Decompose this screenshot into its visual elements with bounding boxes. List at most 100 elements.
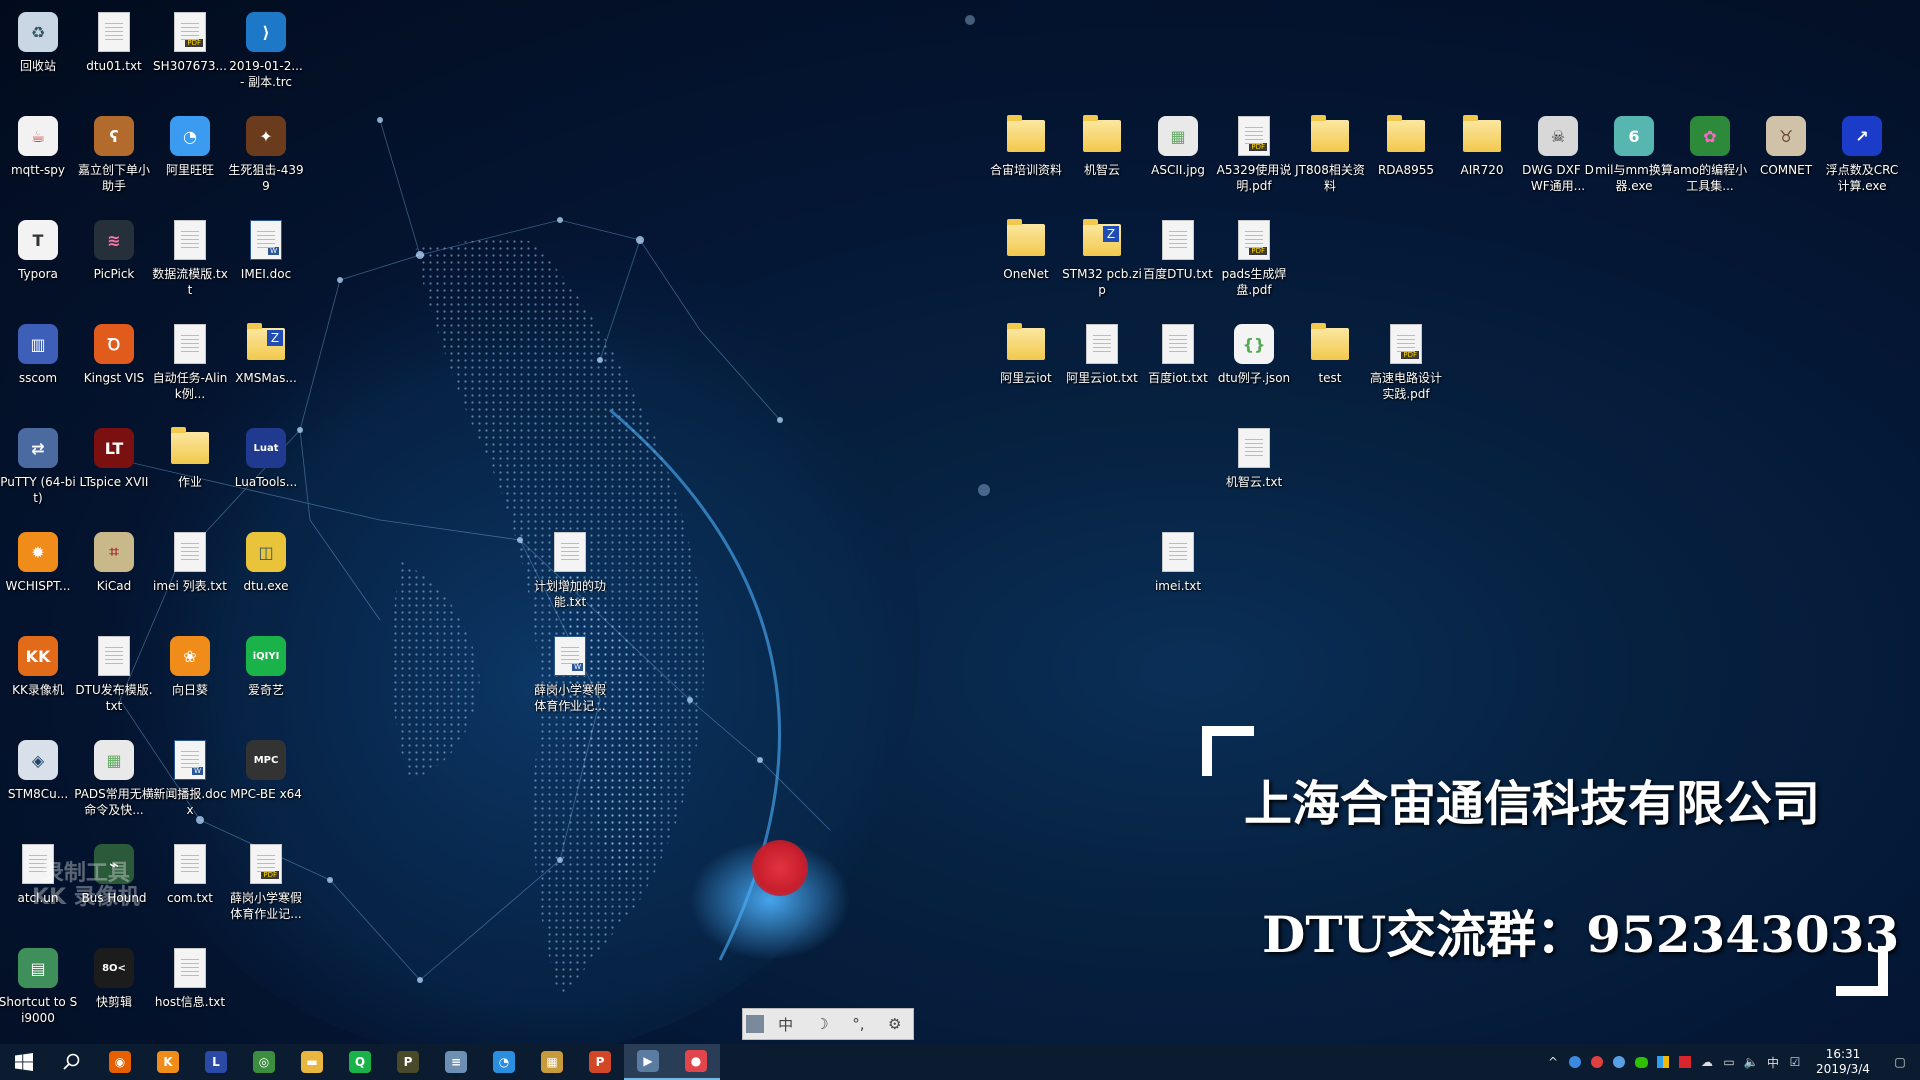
taskbar-app-video-player-icon[interactable]: ▶ (624, 1044, 672, 1080)
desktop-icon[interactable]: {} dtu例子.json (1218, 316, 1290, 416)
tray-colorful-app-icon[interactable] (1652, 1044, 1674, 1080)
desktop-icon[interactable]: 计划增加的功能.txt (534, 524, 606, 624)
windows-start-icon[interactable] (0, 1044, 48, 1080)
desktop-icon[interactable]: 阿里云iot (990, 316, 1062, 416)
desktop-icon[interactable]: dtu01.txt (78, 4, 150, 104)
desktop-icon[interactable]: ↗ 浮点数及CRC计算.exe (1826, 108, 1898, 208)
desktop-icon[interactable]: RDA8955 (1370, 108, 1442, 208)
desktop-icon[interactable]: PDF A5329使用说明.pdf (1217, 108, 1291, 208)
taskbar-app-aliwangwang-icon[interactable]: ◔ (480, 1044, 528, 1080)
notepad-icon: ≡ (445, 1051, 467, 1073)
desktop-icon[interactable]: imei 列表.txt (153, 524, 227, 624)
taskbar-app-archive-icon[interactable]: ▦ (528, 1044, 576, 1080)
desktop-icon[interactable]: 机智云.txt (1218, 420, 1290, 520)
taskbar-app-notepad-icon[interactable]: ≡ (432, 1044, 480, 1080)
desktop-icon[interactable]: ♻ 回收站 (2, 4, 74, 104)
desktop-icon[interactable]: W 薛岗小学寒假体育作业记... (534, 628, 606, 728)
desktop-icon[interactable]: ≋ PicPick (78, 212, 150, 312)
desktop-icon[interactable]: ▥ sscom (2, 316, 74, 416)
tray-red-app-icon[interactable] (1674, 1044, 1696, 1080)
ime-halfwidth-button[interactable]: ☽ (807, 1015, 837, 1033)
tray-onedrive-icon[interactable]: ☁ (1696, 1044, 1718, 1080)
desktop-icon-label: amo的编程小工具集... (1672, 163, 1748, 193)
desktop-icon[interactable]: 自动任务-Alink例... (153, 316, 227, 416)
taskbar-app-pdf-reader-icon[interactable]: P (384, 1044, 432, 1080)
ime-logo-icon[interactable] (746, 1015, 765, 1033)
desktop-icon[interactable]: T Typora (2, 212, 74, 312)
desktop-icon[interactable]: 8O< 快剪辑 (78, 940, 150, 1040)
desktop-icon[interactable]: Ꝺ Kingst VIS (78, 316, 150, 416)
desktop-icon[interactable]: iQIYI 爱奇艺 (230, 628, 302, 728)
desktop-icon[interactable]: W IMEI.doc (230, 212, 302, 312)
taskbar-app-chrome-icon[interactable]: ◎ (240, 1044, 288, 1080)
desktop-icon[interactable]: ✿ amo的编程小工具集... (1673, 108, 1747, 208)
desktop-icon[interactable]: 作业 (154, 420, 226, 520)
desktop-icon[interactable]: 数据流模版.txt (152, 212, 228, 312)
desktop-icon[interactable]: ♉ COMNET (1750, 108, 1822, 208)
desktop-icon[interactable]: imei.txt (1142, 524, 1214, 624)
show-hidden-icons-chevron-icon[interactable]: ^ (1542, 1044, 1564, 1080)
tray-network-icon[interactable]: ▭ (1718, 1044, 1740, 1080)
tray-volume-icon[interactable]: 🔈 (1740, 1044, 1762, 1080)
tray-network-app-icon[interactable] (1564, 1044, 1586, 1080)
desktop-icon[interactable]: KK KK录像机 (2, 628, 74, 728)
desktop-icon[interactable]: ⇄ PuTTY (64-bit) (0, 420, 76, 520)
desktop-icon[interactable]: ▦ ASCII.jpg (1142, 108, 1214, 208)
desktop-icon[interactable]: ▦ PADS常用无横命令及快... (74, 732, 154, 832)
tray-wechat-icon[interactable] (1630, 1044, 1652, 1080)
tray-ime-indicator[interactable]: 中 (1762, 1044, 1784, 1080)
taskbar-app-luat-icon[interactable]: L (192, 1044, 240, 1080)
desktop-icon[interactable]: ◫ dtu.exe (230, 524, 302, 624)
desktop-icon[interactable]: JT808相关资料 (1294, 108, 1366, 208)
tray-antivirus-icon[interactable] (1586, 1044, 1608, 1080)
desktop-icon[interactable]: 百度DTU.txt (1142, 212, 1214, 312)
desktop-icon[interactable]: Z XMSMas... (230, 316, 302, 416)
taskbar-app-file-explorer-icon[interactable]: ▬ (288, 1044, 336, 1080)
desktop-icon[interactable]: OneNet (990, 212, 1062, 312)
tray-browser-icon[interactable] (1608, 1044, 1630, 1080)
tray-checkbox-app-icon[interactable]: ☑ (1784, 1044, 1806, 1080)
action-center-icon[interactable]: ▢ (1880, 1044, 1920, 1080)
ime-punctuation-button[interactable]: °, (843, 1015, 873, 1033)
ime-mode-button[interactable]: 中 (771, 1014, 801, 1035)
desktop-icon[interactable]: ⌗ KiCad (78, 524, 150, 624)
ime-settings-button[interactable]: ⚙ (880, 1015, 910, 1033)
desktop-icon[interactable]: 合宙培训资料 (990, 108, 1062, 208)
taskbar-app-powerpoint-icon[interactable]: P (576, 1044, 624, 1080)
desktop-icon[interactable]: MPC MPC-BE x64 (230, 732, 302, 832)
desktop-icon[interactable]: AIR720 (1446, 108, 1518, 208)
search-icon[interactable] (48, 1044, 96, 1080)
desktop-icon[interactable]: W 新闻播报.docx (153, 732, 227, 832)
desktop-icon[interactable]: ʕ 嘉立创下单小助手 (78, 108, 150, 208)
desktop-icon[interactable]: ✹ WCHISPT... (2, 524, 74, 624)
desktop-icon[interactable]: DTU发布模版.txt (75, 628, 153, 728)
desktop-icon[interactable]: 阿里云iot.txt (1066, 316, 1138, 416)
desktop-icon[interactable]: 百度iot.txt (1142, 316, 1214, 416)
desktop-icon[interactable]: ❀ 向日葵 (154, 628, 226, 728)
taskbar-app-screen-recorder-icon[interactable]: ● (672, 1044, 720, 1080)
desktop-icon[interactable]: ⟩ 2019-01-2... - 副本.trc (229, 4, 303, 104)
desktop-icon[interactable]: PDF pads生成焊盘.pdf (1218, 212, 1290, 312)
desktop-icon[interactable]: Luat LuaTools... (230, 420, 302, 520)
taskbar-clock[interactable]: 16:31 2019/3/4 (1806, 1047, 1880, 1077)
pdf-file-icon-shape: PDF (1238, 116, 1270, 156)
desktop-icon[interactable]: host信息.txt (154, 940, 226, 1040)
desktop-icon[interactable]: ◔ 阿里旺旺 (154, 108, 226, 208)
desktop-icon[interactable]: 6 mil与mm换算器.exe (1595, 108, 1673, 208)
desktop-icon[interactable]: test (1294, 316, 1366, 416)
desktop-icon[interactable]: PDF 薛岗小学寒假体育作业记... (230, 836, 302, 936)
desktop-icon[interactable]: LT LTspice XVII (78, 420, 150, 520)
desktop-icon[interactable]: com.txt (154, 836, 226, 936)
taskbar-app-firefox-icon[interactable]: ◉ (96, 1044, 144, 1080)
taskbar-app-iqiyi-icon[interactable]: Q (336, 1044, 384, 1080)
desktop-icon[interactable]: ◈ STM8Cu... (2, 732, 74, 832)
desktop-icon[interactable]: PDF SH307673... (153, 4, 227, 104)
desktop-icon[interactable]: ☠ DWG DXF DWF通用... (1522, 108, 1594, 208)
desktop-icon[interactable]: ☕ mqtt-spy (2, 108, 74, 208)
desktop-icon[interactable]: ✦ 生死狙击-4399 (228, 108, 304, 208)
desktop-icon[interactable]: ▤ Shortcut to Si9000 (0, 940, 77, 1040)
taskbar-app-kk-recorder-icon[interactable]: K (144, 1044, 192, 1080)
desktop-icon[interactable]: Z STM32 pcb.zip (1062, 212, 1142, 312)
desktop-icon[interactable]: 机智云 (1066, 108, 1138, 208)
desktop-icon[interactable]: PDF 高速电路设计实践.pdf (1370, 316, 1442, 416)
